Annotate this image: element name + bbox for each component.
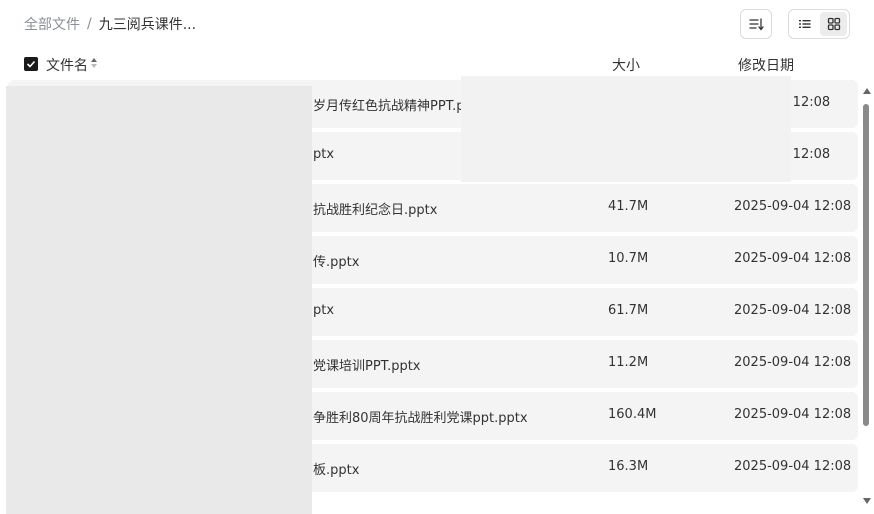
file-date: 2025-09-04 12:08: [734, 407, 852, 422]
file-date: 2025-09-04 12:08: [734, 459, 852, 474]
redaction-overlay: [6, 86, 312, 514]
grid-icon: [827, 17, 840, 31]
scroll-up-arrow-icon[interactable]: [861, 86, 873, 96]
file-name[interactable]: 板.pptx: [313, 459, 359, 478]
file-size: 11.2M: [608, 355, 649, 370]
select-all-checkbox[interactable]: [24, 57, 38, 71]
list-view-button[interactable]: [791, 12, 818, 36]
view-toggle-group: [788, 9, 850, 39]
file-size: 61.7M: [608, 303, 649, 318]
file-name[interactable]: 传.pptx: [313, 251, 359, 270]
breadcrumb-current: 九三阅兵课件...: [98, 17, 197, 33]
redaction-overlay: [461, 76, 791, 182]
scrollbar-thumb[interactable]: [863, 104, 869, 426]
column-header-modified[interactable]: 修改日期: [738, 55, 794, 75]
file-name[interactable]: ptx: [313, 147, 334, 162]
file-name[interactable]: 党课培训PPT.pptx: [313, 355, 421, 374]
file-date: 2025-09-04 12:08: [734, 251, 852, 266]
sort-lines-icon: [749, 18, 764, 31]
breadcrumb: 全部文件 / 九三阅兵课件...: [24, 14, 196, 34]
file-list-header: 文件名 大小 修改日期: [0, 54, 874, 74]
file-date: 2025-09-04 12:08: [734, 355, 852, 370]
sort-toggle-icon[interactable]: [90, 57, 98, 69]
check-icon: [26, 60, 36, 68]
grid-view-button[interactable]: [820, 12, 847, 36]
file-name[interactable]: 岁月传红色抗战精神PPT.pp: [313, 95, 473, 114]
file-date: 2025-09-04 12:08: [734, 303, 852, 318]
file-name[interactable]: 抗战胜利纪念日.pptx: [313, 199, 437, 218]
file-size: 160.4M: [608, 407, 657, 422]
column-header-size[interactable]: 大小: [612, 55, 640, 75]
file-name[interactable]: ptx: [313, 303, 334, 318]
breadcrumb-separator: /: [87, 16, 92, 32]
sort-button[interactable]: [740, 9, 772, 39]
file-name[interactable]: 争胜利80周年抗战胜利党课ppt.pptx: [313, 407, 528, 426]
file-size: 41.7M: [608, 199, 649, 214]
scroll-down-arrow-icon[interactable]: [861, 496, 873, 506]
breadcrumb-root-link[interactable]: 全部文件: [24, 14, 80, 34]
list-icon: [798, 20, 810, 28]
file-size: 10.7M: [608, 251, 649, 266]
column-header-name[interactable]: 文件名: [46, 55, 88, 75]
file-date: 2025-09-04 12:08: [734, 199, 852, 214]
file-size: 16.3M: [608, 459, 649, 474]
